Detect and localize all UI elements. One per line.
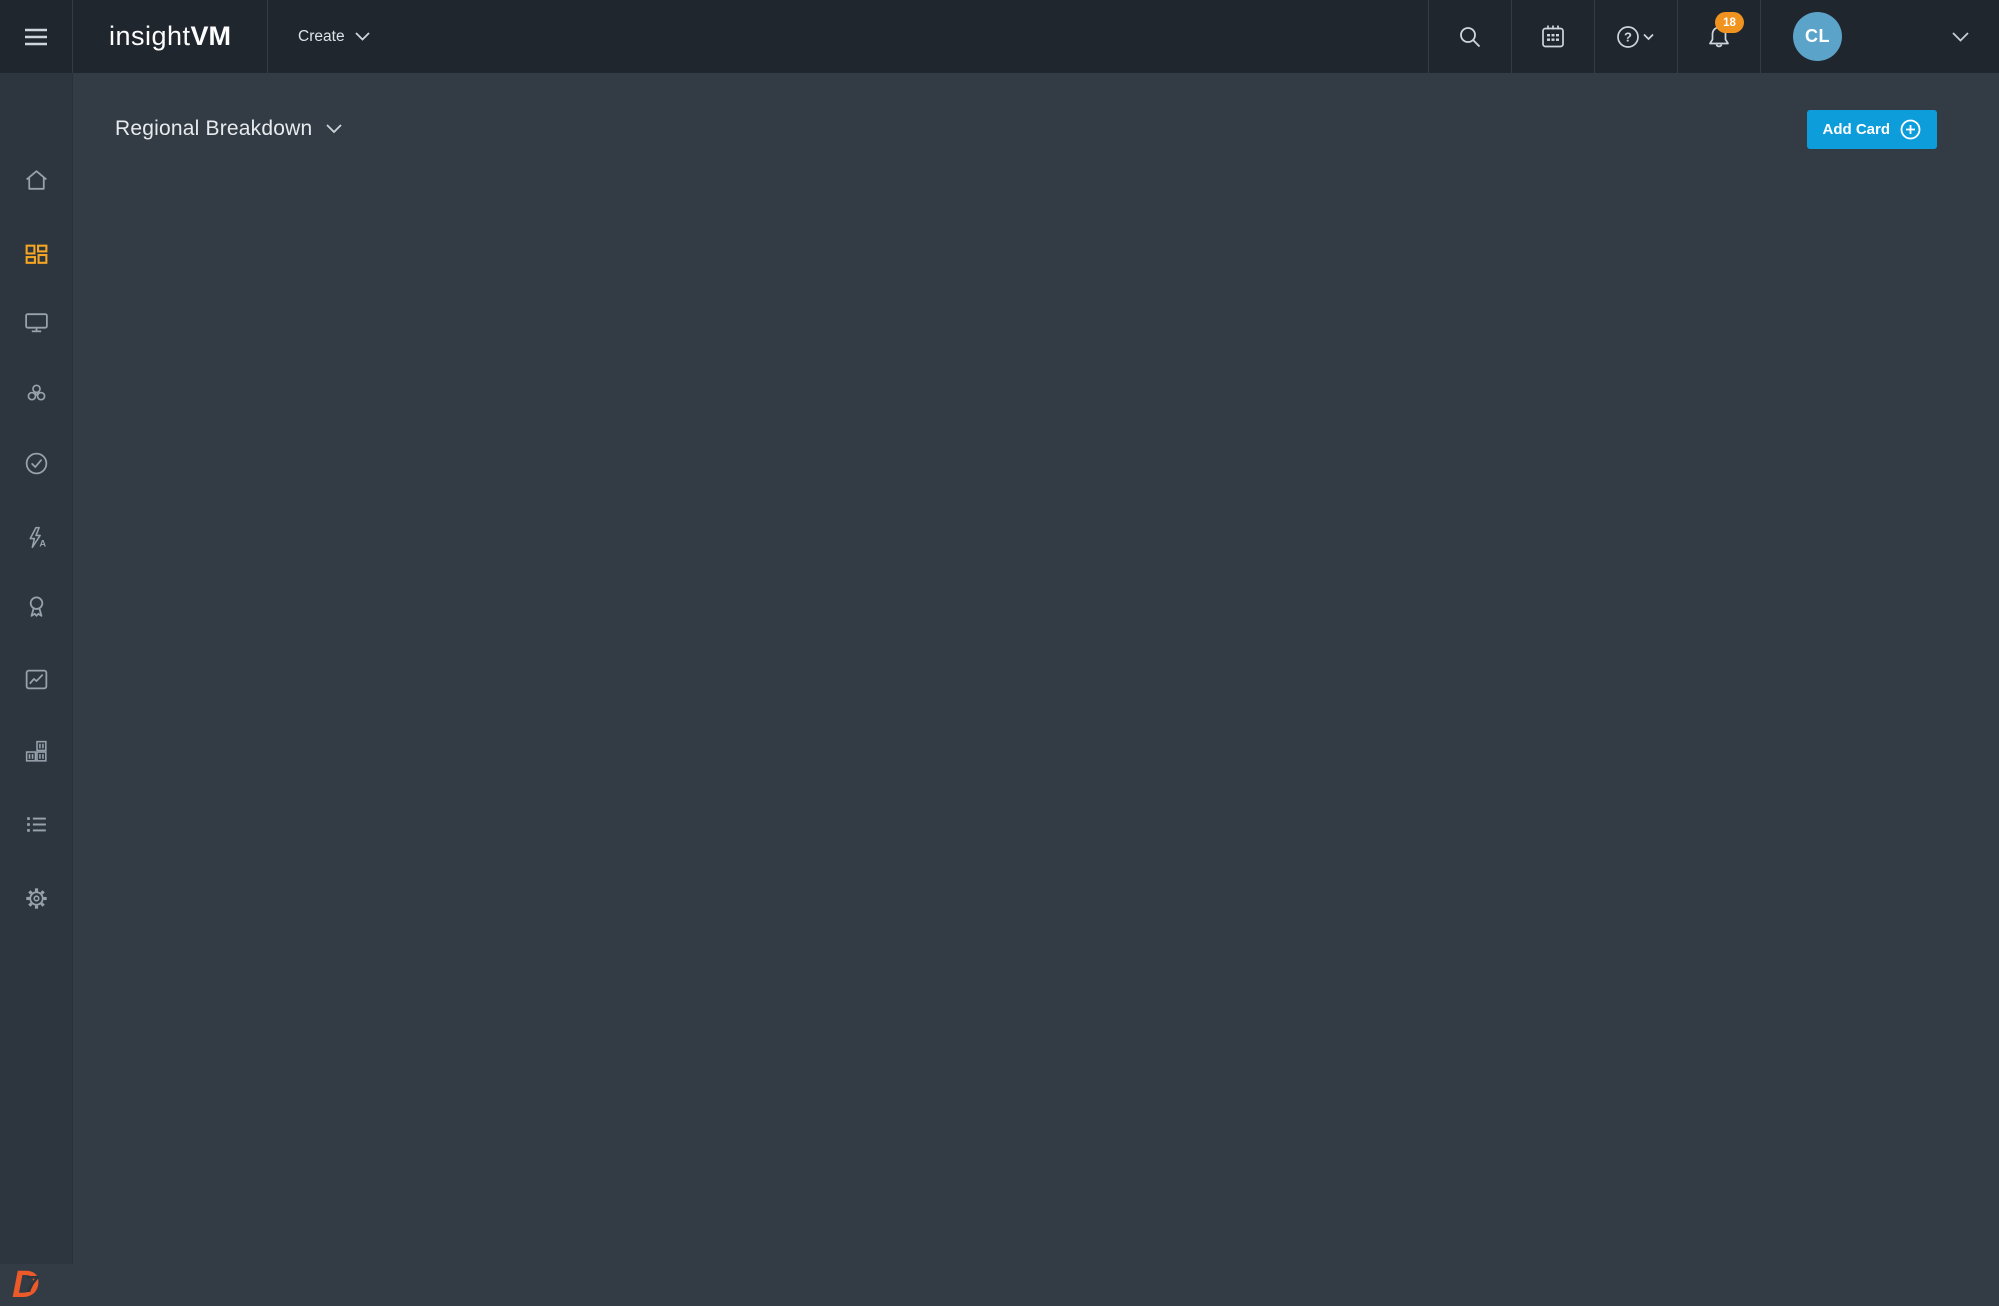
notification-badge: 18: [1715, 12, 1744, 33]
monitor-icon: [23, 309, 50, 336]
svg-text:A: A: [39, 538, 46, 548]
hamburger-icon: [24, 28, 48, 46]
search-icon: [1458, 25, 1482, 49]
avatar[interactable]: CL: [1793, 12, 1842, 61]
chevron-down-icon: [355, 32, 370, 41]
add-card-label: Add Card: [1823, 121, 1891, 138]
account-chevron[interactable]: [1952, 0, 1999, 73]
biohazard-icon: [23, 379, 50, 406]
chevron-down-icon: [1952, 32, 1969, 42]
lightning-a-icon: A: [23, 524, 50, 551]
search-button[interactable]: [1428, 0, 1511, 73]
check-circle-icon: [23, 450, 50, 477]
calendar-icon: [1540, 24, 1566, 50]
add-card-button[interactable]: Add Card: [1807, 110, 1938, 149]
create-menu[interactable]: Create: [268, 0, 400, 73]
rapid7-logo[interactable]: D 7: [12, 1265, 56, 1305]
sidebar-item-assets[interactable]: [0, 294, 72, 350]
logo-vm-text: VM: [191, 21, 232, 52]
svg-text:?: ?: [1624, 29, 1632, 44]
help-menu[interactable]: ?: [1594, 0, 1677, 73]
calendar-button[interactable]: [1511, 0, 1594, 73]
home-icon: [23, 167, 50, 194]
containers-icon: [23, 738, 50, 765]
sidebar-item-goals-and-slas[interactable]: [0, 578, 72, 634]
dashboard-selector-chevron[interactable]: [326, 124, 342, 134]
plus-circle-icon: [1900, 119, 1921, 140]
sidebar-item-containers[interactable]: [0, 723, 72, 779]
menu-button[interactable]: [0, 0, 73, 73]
logo-insight-text: insight: [109, 21, 191, 52]
account-section: CL: [1760, 0, 1952, 73]
sidebar-item-home[interactable]: [0, 152, 72, 208]
rapid7-logo-seven: 7: [25, 1272, 38, 1296]
notifications-button[interactable]: 18: [1677, 0, 1760, 73]
sidebar-item-automation[interactable]: A: [0, 509, 72, 565]
help-icon: ?: [1617, 25, 1655, 49]
sidebar-item-dashboards[interactable]: [0, 226, 72, 282]
chart-report-icon: [23, 666, 50, 693]
award-ribbon-icon: [23, 593, 50, 620]
app-logo[interactable]: insightVM: [73, 0, 268, 73]
page-title: Regional Breakdown: [115, 117, 312, 141]
sidebar: A D 7: [0, 73, 73, 1264]
sidebar-item-reports[interactable]: [0, 651, 72, 707]
sidebar-item-policies[interactable]: [0, 435, 72, 491]
dashboard-grid-icon: [23, 241, 50, 268]
list-icon: [23, 811, 50, 838]
gear-icon: [23, 885, 50, 912]
top-nav: insightVM Create ? 18: [0, 0, 1999, 73]
create-label: Create: [298, 28, 345, 46]
sidebar-item-settings[interactable]: [0, 870, 72, 926]
sidebar-item-vulnerabilities[interactable]: [0, 364, 72, 420]
sidebar-item-activity-log[interactable]: [0, 796, 72, 852]
